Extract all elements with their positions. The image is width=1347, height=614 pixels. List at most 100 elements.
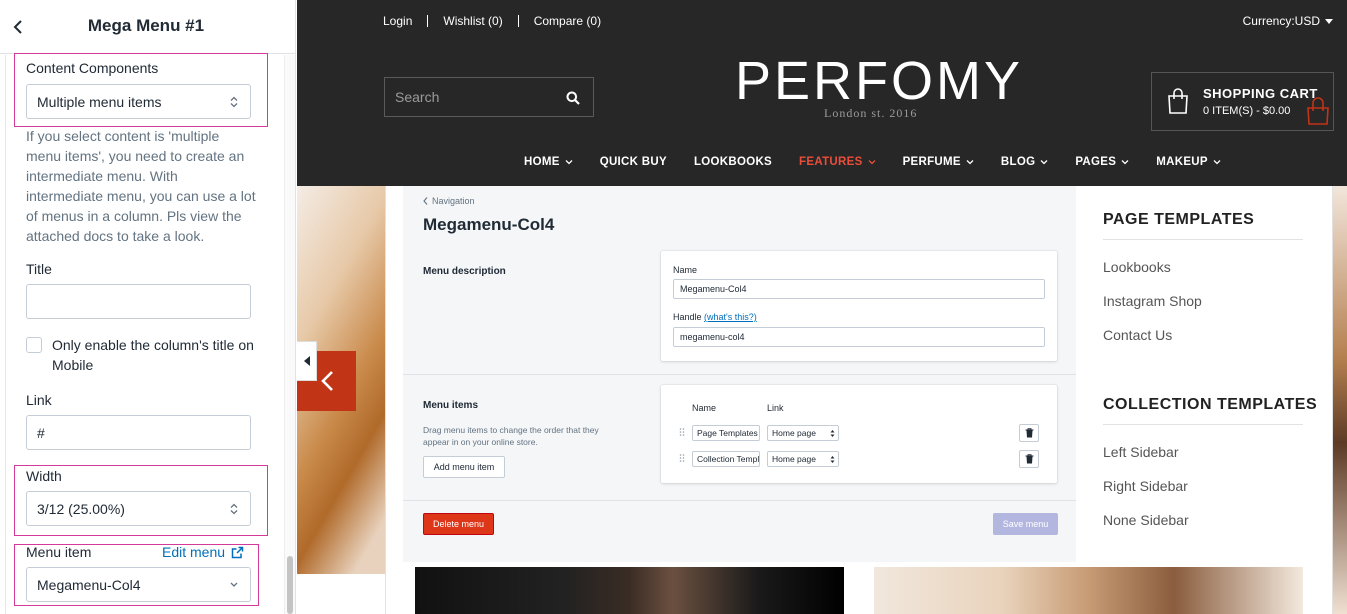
chevron-down-icon	[230, 582, 238, 587]
whats-this-link[interactable]: (what's this?)	[704, 312, 757, 322]
chevron-left-icon	[320, 371, 333, 391]
panel-header: Mega Menu #1	[0, 0, 295, 54]
link-input[interactable]	[26, 415, 251, 450]
content-components-label: Content Components	[26, 60, 159, 76]
currency-label: Currency:USD	[1242, 14, 1320, 28]
menu-items-card: Name Link Page Templates Home page Colle…	[661, 385, 1057, 483]
template-link-contact-us[interactable]: Contact Us	[1103, 327, 1172, 343]
menu-row-link-select[interactable]: Home page	[767, 425, 839, 441]
product-image[interactable]	[874, 567, 1303, 614]
nav-blog[interactable]: BLOG	[1001, 156, 1048, 168]
edit-menu-label: Edit menu	[162, 544, 226, 560]
nav-label: QUICK BUY	[599, 156, 667, 168]
title-input[interactable]	[26, 284, 251, 319]
drag-handle-icon[interactable]	[679, 428, 685, 436]
nav-label: LOOKBOOKS	[693, 156, 773, 168]
column-name-header: Name	[692, 403, 717, 413]
mobile-title-checkbox[interactable]	[26, 337, 42, 353]
trash-icon	[1025, 428, 1033, 438]
template-link-lookbooks[interactable]: Lookbooks	[1103, 259, 1171, 275]
editor-panel: Mega Menu #1 Content Components Multiple…	[0, 0, 296, 614]
menu-items-help: Drag menu items to change the order that…	[423, 425, 599, 447]
handle-label: Handle (what's this?)	[673, 312, 757, 322]
nav-pages[interactable]: PAGES	[1075, 156, 1129, 168]
product-image[interactable]	[415, 567, 844, 614]
delete-menu-button[interactable]: Delete menu	[423, 513, 494, 535]
delete-row-button[interactable]	[1019, 424, 1039, 442]
collection-templates-heading: COLLECTION TEMPLATES	[1103, 396, 1318, 413]
save-menu-button[interactable]: Save menu	[993, 513, 1058, 535]
nav-features[interactable]: FEATURES	[799, 156, 876, 168]
section-divider	[403, 500, 1076, 501]
panel-title: Mega Menu #1	[87, 16, 205, 35]
handle-input[interactable]: megamenu-col4	[673, 327, 1045, 347]
nav-label: FEATURES	[799, 156, 863, 168]
store-header: Login Wishlist (0) Compare (0) Currency:…	[297, 0, 1347, 186]
store-preview: Login Wishlist (0) Compare (0) Currency:…	[297, 0, 1347, 614]
nav-makeup[interactable]: MAKEUP	[1156, 156, 1221, 168]
nav-label: PERFUME	[902, 156, 961, 168]
nav-lookbooks[interactable]: LOOKBOOKS	[694, 156, 772, 168]
template-link-left-sidebar[interactable]: Left Sidebar	[1103, 444, 1179, 460]
name-input[interactable]: Megamenu-Col4	[673, 279, 1045, 299]
heading-rule	[1103, 424, 1303, 425]
select-arrows-icon	[830, 456, 835, 463]
compare-link[interactable]: Compare (0)	[534, 14, 601, 28]
search-icon	[566, 91, 580, 105]
shopping-cart-button[interactable]: SHOPPING CART 0 ITEM(S) - $0.00	[1151, 72, 1334, 131]
template-link-instagram-shop[interactable]: Instagram Shop	[1103, 293, 1202, 309]
top-links: Login Wishlist (0) Compare (0)	[383, 14, 601, 28]
chevron-down-icon	[1040, 159, 1048, 164]
nav-label: MAKEUP	[1156, 156, 1208, 168]
menu-row-link-select[interactable]: Home page	[767, 451, 839, 467]
width-select[interactable]: 3/12 (25.00%)	[26, 491, 251, 526]
width-value: 3/12 (25.00%)	[37, 500, 125, 517]
add-menu-item-button[interactable]: Add menu item	[423, 456, 505, 478]
admin-screenshot: Navigation Megamenu-Col4 Menu descriptio…	[403, 186, 1076, 562]
delete-row-button[interactable]	[1019, 450, 1039, 468]
page-templates-heading: PAGE TEMPLATES	[1103, 211, 1255, 228]
column-link-header: Link	[767, 403, 784, 413]
menu-row-name-input[interactable]: Collection Templ	[692, 451, 760, 467]
menu-item-value: Megamenu-Col4	[37, 576, 141, 593]
help-text: If you select content is 'multiple menu …	[26, 128, 256, 244]
nav-perfume[interactable]: PERFUME	[903, 156, 974, 168]
template-link-right-sidebar[interactable]: Right Sidebar	[1103, 478, 1188, 494]
caret-left-icon	[303, 356, 310, 366]
wishlist-link[interactable]: Wishlist (0)	[443, 14, 502, 28]
title-label: Title	[26, 261, 52, 277]
breadcrumb[interactable]: Navigation	[423, 196, 475, 206]
panel-edge	[5, 55, 6, 614]
external-link-icon	[231, 546, 244, 558]
mobile-title-checkbox-label: Only enable the column's title on Mobile	[52, 337, 254, 373]
store-logo[interactable]: PERFOMY	[735, 50, 1023, 112]
width-label: Width	[26, 468, 62, 484]
nav-quick-buy[interactable]: QUICK BUY	[600, 156, 667, 168]
cart-title: SHOPPING CART	[1203, 86, 1318, 101]
drag-handle-icon[interactable]	[679, 454, 685, 462]
nav-home[interactable]: HOME	[524, 156, 573, 168]
menu-row-name-input[interactable]: Page Templates	[692, 425, 760, 441]
store-search[interactable]: Search	[384, 77, 594, 117]
edit-menu-link[interactable]: Edit menu	[162, 544, 244, 560]
currency-selector[interactable]: Currency:USD	[1243, 14, 1333, 28]
nav-label: HOME	[524, 156, 560, 168]
panel-scrollbar[interactable]	[284, 55, 295, 614]
menu-items-label: Menu items	[423, 400, 479, 411]
panel-scrollbar-thumb[interactable]	[287, 556, 293, 614]
menu-item-select[interactable]: Megamenu-Col4	[26, 567, 251, 602]
section-divider	[403, 374, 1076, 375]
collapse-sidebar-button[interactable]	[297, 341, 317, 381]
login-link[interactable]: Login	[383, 14, 412, 28]
template-link-none-sidebar[interactable]: None Sidebar	[1103, 512, 1189, 528]
content-components-select[interactable]: Multiple menu items	[26, 84, 251, 119]
breadcrumb-label: Navigation	[432, 196, 475, 206]
separator	[517, 15, 519, 27]
store-tagline: London st. 2016	[824, 106, 918, 120]
select-arrows-icon	[230, 96, 238, 108]
menu-row-link-value: Home page	[772, 454, 816, 464]
trash-icon	[1025, 454, 1033, 464]
handle-label-text: Handle	[673, 312, 702, 322]
menu-row-link-value: Home page	[772, 428, 816, 438]
cart-summary: 0 ITEM(S) - $0.00	[1203, 105, 1291, 117]
